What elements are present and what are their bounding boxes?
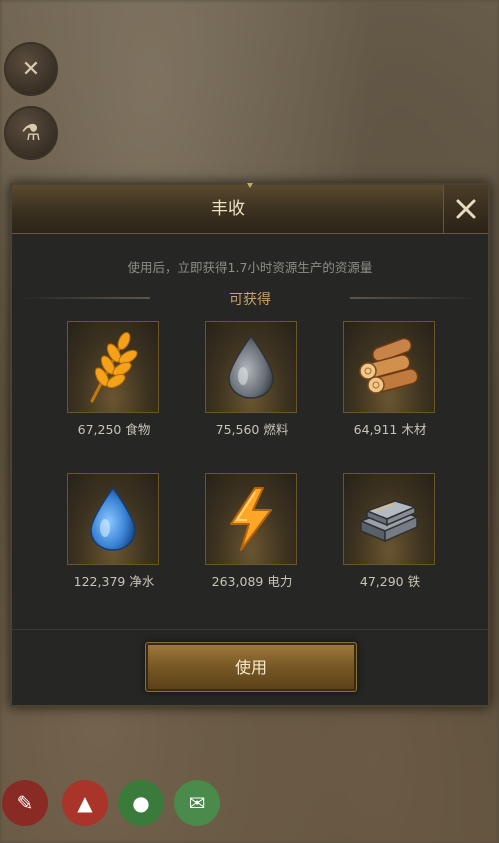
resource-icon-box	[67, 473, 159, 565]
harvest-dialog: 丰收 使用后，立即获得1.7小时资源生产的资源量 可获得 67,250 食物 7…	[10, 183, 490, 707]
bottom-tent-icon[interactable]: ▲	[62, 780, 108, 826]
close-button[interactable]	[443, 185, 488, 233]
resource-item-fuel: 75,560 燃料	[205, 321, 299, 438]
bottom-chat-icon[interactable]: ✉	[174, 780, 220, 826]
resource-icon-box	[67, 321, 159, 413]
footer-divider	[12, 629, 488, 630]
resource-label-iron: 47,290 铁	[359, 574, 421, 589]
lightning-icon	[230, 487, 272, 551]
resource-label-food: 67,250 食物	[77, 422, 151, 437]
resource-item-iron: 47,290 铁	[343, 473, 437, 590]
resource-icon-box	[205, 473, 297, 565]
bottom-green-icon[interactable]: ●	[118, 780, 164, 826]
resource-label-power: 263,089 电力	[211, 574, 293, 589]
dialog-description: 使用后，立即获得1.7小时资源生产的资源量	[127, 260, 373, 275]
dialog-title: 丰收	[211, 199, 245, 219]
resource-item-power: 263,089 电力	[205, 473, 299, 590]
iron-ingot-icon	[358, 500, 420, 543]
resource-item-wood: 64,911 木材	[343, 321, 437, 438]
resource-item-water: 122,379 净水	[67, 473, 161, 590]
resource-label-wood: 64,911 木材	[353, 422, 427, 437]
divider-right	[350, 297, 480, 299]
section-title: 可获得	[229, 292, 271, 308]
bottom-action-icon[interactable]: ✎	[2, 780, 48, 826]
resource-icon-box	[205, 321, 297, 413]
use-button[interactable]: 使用	[145, 642, 357, 692]
wood-logs-icon	[359, 337, 419, 394]
oil-drop-icon	[228, 334, 274, 399]
resource-icon-box	[343, 321, 435, 413]
resource-label-fuel: 75,560 燃料	[215, 422, 289, 437]
dialog-header: 丰收	[12, 183, 488, 234]
resource-item-food: 67,250 食物	[67, 321, 161, 438]
side-tool-icon[interactable]: ✕	[4, 42, 58, 96]
close-icon	[456, 199, 476, 219]
wheat-icon	[90, 332, 138, 403]
resource-label-water: 122,379 净水	[73, 574, 155, 589]
resource-icon-box	[343, 473, 435, 565]
water-drop-icon	[90, 486, 136, 551]
side-flask-icon[interactable]: ⚗	[4, 106, 58, 160]
